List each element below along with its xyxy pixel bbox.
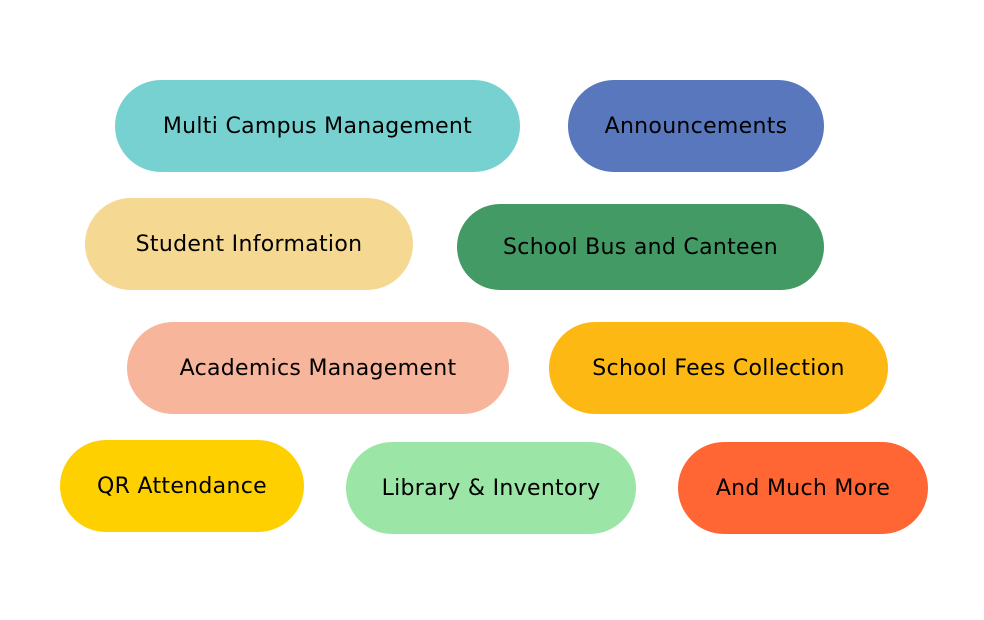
pill-and-much-more: And Much More <box>678 442 928 534</box>
pill-school-bus-and-canteen: School Bus and Canteen <box>457 204 824 290</box>
pill-school-fees-collection: School Fees Collection <box>549 322 888 414</box>
pill-announcements: Announcements <box>568 80 824 172</box>
pill-multi-campus-management: Multi Campus Management <box>115 80 520 172</box>
pill-qr-attendance: QR Attendance <box>60 440 304 532</box>
pill-library-inventory: Library & Inventory <box>346 442 636 534</box>
pill-academics-management: Academics Management <box>127 322 509 414</box>
pill-student-information: Student Information <box>85 198 413 290</box>
